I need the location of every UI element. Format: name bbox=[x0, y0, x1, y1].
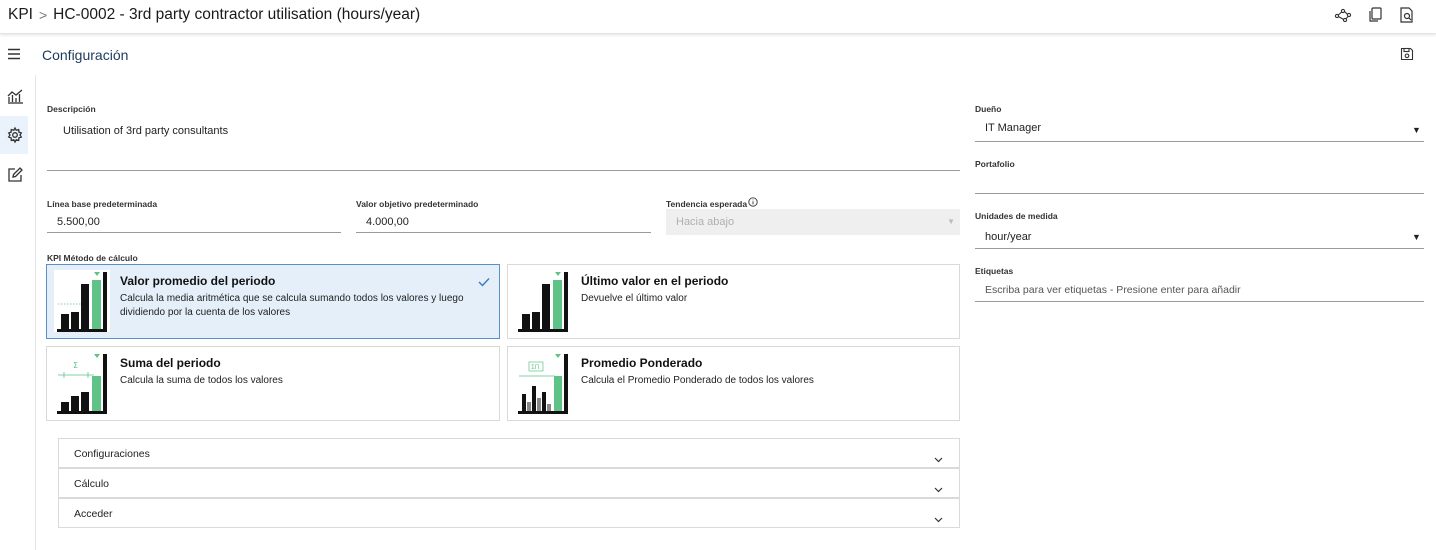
configuration-header: Configuración bbox=[28, 38, 1436, 74]
owner-select[interactable]: IT Manager bbox=[985, 122, 1041, 134]
units-underline bbox=[975, 248, 1424, 249]
content-divider bbox=[35, 75, 36, 550]
menu-icon[interactable] bbox=[6, 46, 24, 64]
units-select[interactable]: hour/year bbox=[985, 231, 1031, 243]
average-method-icon bbox=[54, 270, 110, 332]
method-title: Último valor en el periodo bbox=[581, 274, 729, 288]
accordion-label: Cálculo bbox=[74, 478, 110, 490]
breadcrumb-separator: > bbox=[38, 7, 48, 23]
description-underline bbox=[47, 170, 960, 171]
accordion-configurations[interactable]: Configuraciones bbox=[58, 438, 960, 468]
trend-label: Tendencia esperada bbox=[666, 199, 748, 209]
accordion-calculation[interactable]: Cálculo bbox=[58, 468, 960, 498]
method-card-average[interactable]: Valor promedio del periodo Calcula la me… bbox=[46, 264, 500, 339]
target-label: Valor objetivo predeterminado bbox=[356, 199, 479, 209]
top-actions bbox=[1334, 6, 1416, 24]
chevron-down-icon bbox=[934, 450, 943, 463]
tags-underline bbox=[975, 301, 1424, 302]
save-icon[interactable] bbox=[1400, 47, 1414, 61]
method-description: Calcula la media aritmética que se calcu… bbox=[120, 293, 464, 318]
accordion-access[interactable]: Acceder bbox=[58, 498, 960, 528]
check-icon bbox=[478, 274, 490, 287]
owner-dropdown-icon[interactable]: ▼ bbox=[1412, 125, 1421, 135]
left-sidebar bbox=[0, 38, 28, 550]
method-card-last-value[interactable]: Último valor en el periodo Devuelve el ú… bbox=[507, 264, 960, 339]
weighted-average-method-icon: ΣΠ bbox=[515, 352, 571, 414]
target-input[interactable]: 4.000,00 bbox=[366, 216, 409, 228]
baseline-input[interactable]: 5.500,00 bbox=[57, 216, 100, 228]
trend-select-arrow-icon: ▼ bbox=[947, 217, 955, 226]
top-bar: KPI > HC-0002 - 3rd party contractor uti… bbox=[0, 0, 1436, 34]
svg-text:Σ: Σ bbox=[73, 361, 78, 370]
breadcrumb-root[interactable]: KPI bbox=[8, 6, 33, 24]
last-value-method-icon bbox=[515, 270, 571, 332]
chevron-down-icon bbox=[934, 480, 943, 493]
gear-icon[interactable] bbox=[6, 126, 24, 144]
page-title: HC-0002 - 3rd party contractor utilisati… bbox=[53, 6, 421, 23]
method-description: Devuelve el último valor bbox=[581, 293, 688, 304]
edit-icon[interactable] bbox=[6, 166, 24, 184]
copy-icon[interactable] bbox=[1366, 6, 1384, 24]
method-title: Valor promedio del periodo bbox=[120, 274, 276, 288]
accordion-label: Configuraciones bbox=[74, 448, 150, 460]
section-title: Configuración bbox=[42, 47, 129, 63]
description-field[interactable]: Utilisation of 3rd party consultants bbox=[63, 125, 228, 137]
network-icon[interactable] bbox=[1334, 6, 1352, 24]
method-description: Calcula el Promedio Ponderado de todos l… bbox=[581, 375, 814, 386]
accordion-label: Acceder bbox=[74, 508, 113, 520]
units-dropdown-icon[interactable]: ▼ bbox=[1412, 232, 1421, 242]
portfolio-underline bbox=[975, 193, 1424, 194]
search-document-icon[interactable] bbox=[1398, 6, 1416, 24]
owner-label: Dueño bbox=[975, 104, 1002, 114]
portfolio-label: Portafolio bbox=[975, 159, 1015, 169]
baseline-underline bbox=[47, 232, 341, 233]
method-description: Calcula la suma de todos los valores bbox=[120, 375, 283, 386]
calc-method-label: KPI Método de cálculo bbox=[47, 253, 138, 263]
svg-text:ΣΠ: ΣΠ bbox=[531, 364, 539, 371]
method-title: Suma del periodo bbox=[120, 356, 221, 370]
tags-input[interactable]: Escriba para ver etiquetas - Presione en… bbox=[985, 284, 1241, 296]
method-card-sum[interactable]: Σ Suma del periodo Calcula la suma de to… bbox=[46, 346, 500, 421]
tags-label: Etiquetas bbox=[975, 266, 1014, 276]
method-card-weighted-average[interactable]: ΣΠ Promedio Ponderado Calcula el Promedi… bbox=[507, 346, 960, 421]
owner-underline bbox=[975, 141, 1424, 142]
baseline-label: Línea base predeterminada bbox=[47, 199, 158, 209]
trend-select-value: Hacia abajo bbox=[676, 216, 735, 228]
chart-icon[interactable] bbox=[6, 87, 24, 105]
breadcrumb: KPI > HC-0002 - 3rd party contractor uti… bbox=[8, 6, 420, 24]
units-label: Unidades de medida bbox=[975, 211, 1058, 221]
trend-select[interactable]: Hacia abajo ▼ bbox=[666, 209, 960, 235]
description-label: Descripción bbox=[47, 104, 96, 114]
info-icon[interactable] bbox=[748, 194, 758, 207]
chevron-down-icon bbox=[934, 510, 943, 523]
sum-method-icon: Σ bbox=[54, 352, 110, 414]
method-title: Promedio Ponderado bbox=[581, 356, 703, 370]
target-underline bbox=[356, 232, 651, 233]
